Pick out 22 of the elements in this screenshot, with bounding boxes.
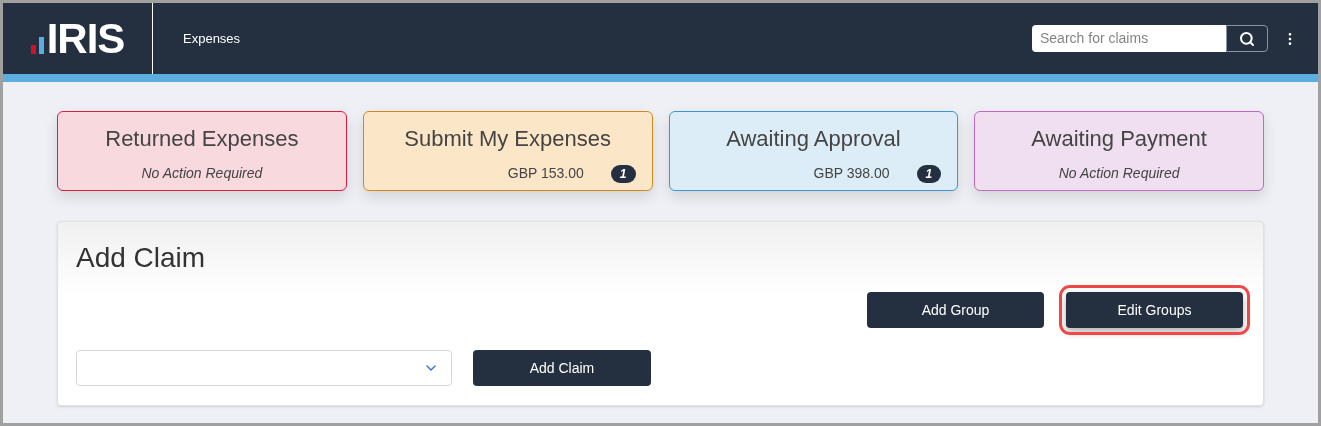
add-claim-button[interactable]: Add Claim: [473, 350, 651, 386]
card-title: Submit My Expenses: [404, 125, 611, 153]
status-card[interactable]: Awaiting Payment No Action Required: [974, 111, 1264, 191]
card-title: Awaiting Approval: [726, 125, 901, 153]
card-amount: GBP 398.00: [813, 164, 890, 183]
logo: IRIS: [30, 17, 125, 60]
count-badge: 1: [610, 164, 636, 183]
search-field[interactable]: Search for claims: [1032, 25, 1226, 52]
card-note: No Action Required: [141, 164, 263, 183]
status-card[interactable]: Returned Expenses No Action Required: [57, 111, 347, 191]
nav-link[interactable]: Expenses: [183, 28, 241, 49]
count-badge: 1: [916, 164, 942, 183]
card-amount: GBP 153.00: [507, 164, 584, 183]
panel-title: Add Claim: [76, 241, 207, 275]
status-card[interactable]: Submit My Expenses GBP 153.00 1: [362, 111, 653, 191]
status-card[interactable]: Awaiting Approval GBP 398.00 1: [668, 111, 959, 191]
card-title: Returned Expenses: [105, 125, 299, 153]
group-button[interactable]: Add Group: [867, 292, 1044, 328]
card-note: No Action Required: [1058, 164, 1180, 183]
search-button[interactable]: [1226, 25, 1268, 52]
search-icon: [1239, 30, 1255, 47]
card-title: Awaiting Payment: [1031, 125, 1207, 153]
